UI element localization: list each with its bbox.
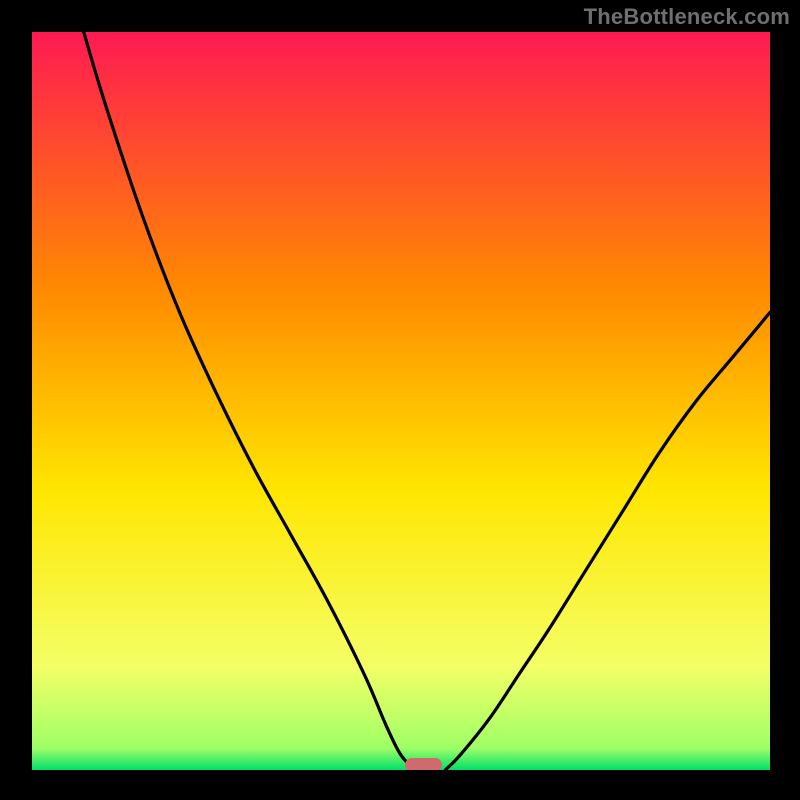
optimal-marker: [405, 758, 442, 770]
bottleneck-curve: [32, 32, 770, 770]
curve-left-branch: [84, 32, 416, 770]
chart-frame: TheBottleneck.com: [0, 0, 800, 800]
curve-right-branch: [445, 312, 770, 770]
watermark-text: TheBottleneck.com: [584, 4, 790, 30]
plot-area: [32, 32, 770, 770]
